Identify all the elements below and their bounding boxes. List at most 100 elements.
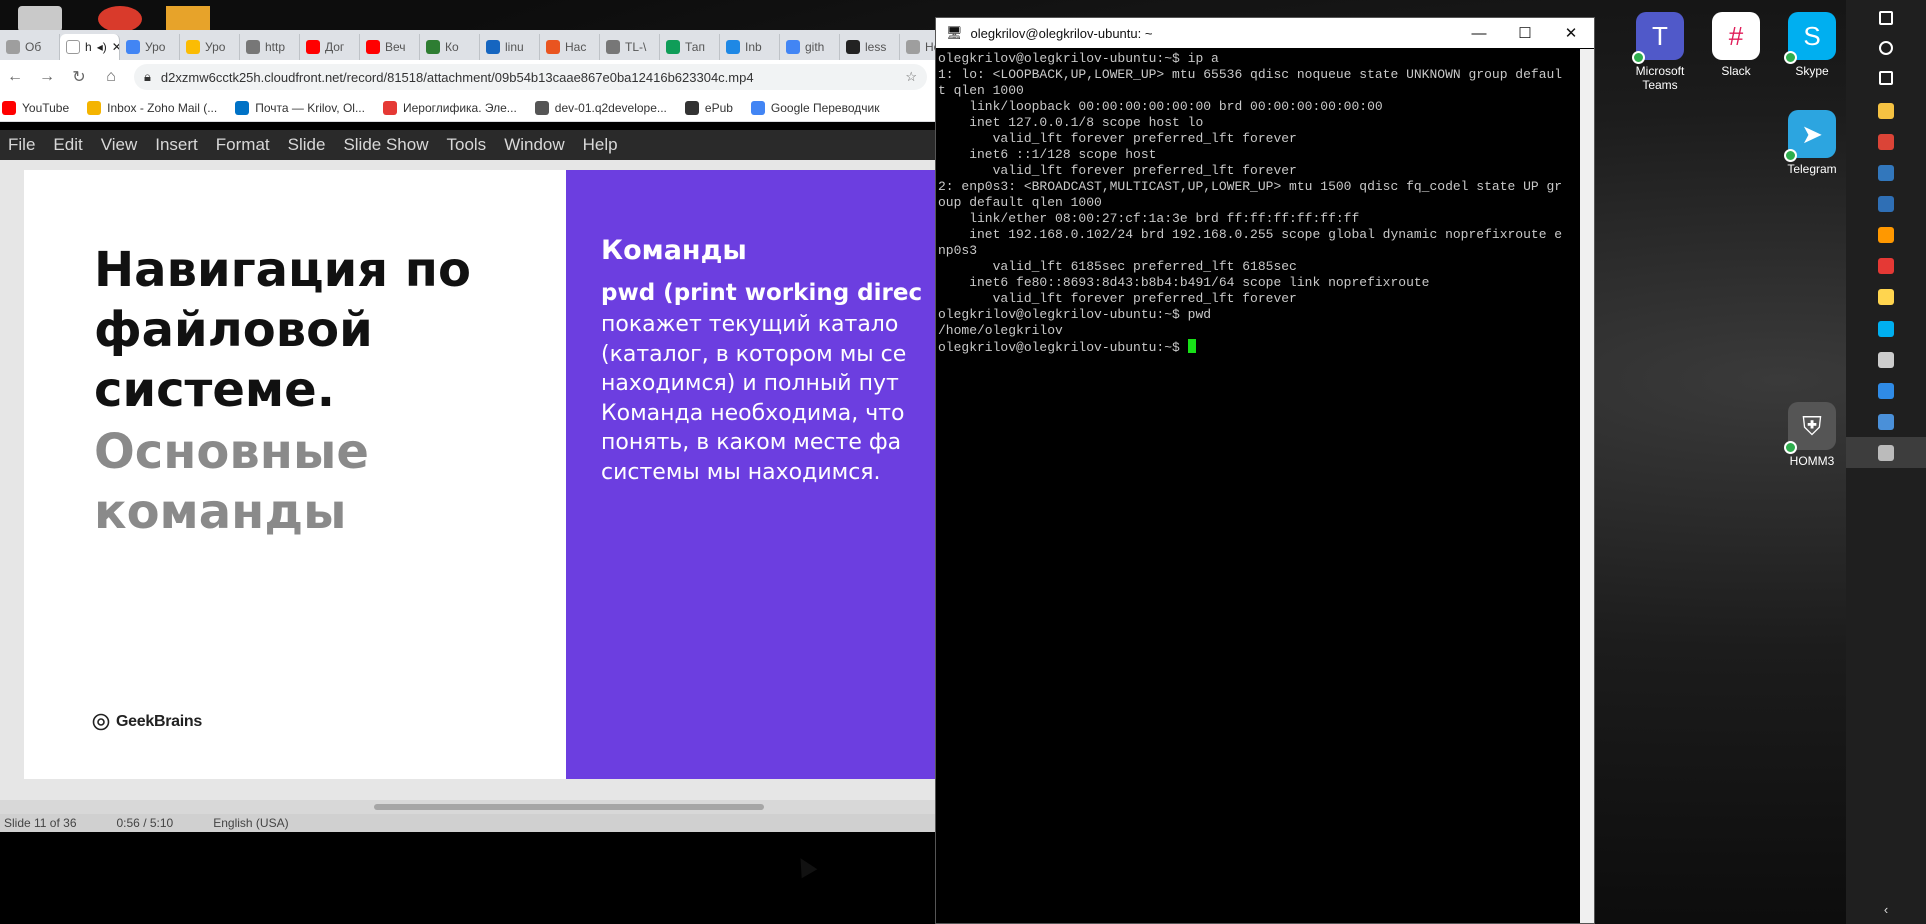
recycle-bin-icon[interactable] (18, 6, 62, 32)
tab-favicon-icon (366, 40, 380, 54)
system-tray: ‹ (1846, 895, 1926, 924)
maximize-icon[interactable]: ☐ (1502, 18, 1548, 48)
menu-item[interactable]: Edit (45, 135, 92, 155)
tab-label: gith (805, 40, 825, 54)
desktop-icon-label: Skype (1795, 64, 1829, 78)
geekbrains-logo-icon (92, 713, 110, 731)
bookmark-favicon-icon (2, 100, 16, 115)
tab-favicon-icon (606, 40, 620, 54)
menu-item[interactable]: File (0, 135, 45, 155)
browser-tab[interactable]: http (240, 34, 300, 60)
browser-tab[interactable]: Inb (720, 34, 780, 60)
chrome-profile-icon[interactable] (1846, 250, 1926, 281)
photos-icon[interactable] (1846, 406, 1926, 437)
tab-favicon-icon (906, 40, 920, 54)
bookmark-item[interactable]: ePub (684, 100, 733, 115)
scrollbar-thumb[interactable] (374, 804, 764, 810)
desktop-app-icon: ➤ (1784, 110, 1836, 162)
browser-tab[interactable]: Уро (180, 34, 240, 60)
bookmark-item[interactable]: YouTube (2, 100, 69, 115)
chrome-desktop-icon[interactable] (98, 6, 142, 32)
bookmark-item[interactable]: dev-01.q2develope... (534, 100, 667, 115)
browser-tab[interactable]: Новая (900, 34, 935, 60)
home-icon[interactable]: ⌂ (102, 68, 120, 86)
menu-item[interactable]: Slide (280, 135, 336, 155)
bookmark-star-icon[interactable]: ☆ (905, 69, 917, 85)
browser-tab[interactable]: Нас (540, 34, 600, 60)
tab-favicon-icon (306, 40, 320, 54)
address-bar[interactable]: 🔒︎ d2xzmw6cctk25h.cloudfront.net/record/… (134, 64, 927, 90)
bookmark-item[interactable]: Inbox - Zoho Mail (... (87, 100, 217, 115)
search-icon[interactable] (1846, 32, 1926, 63)
browser-tab[interactable]: Тап (660, 34, 720, 60)
desktop-icon[interactable]: T Microsoft Teams (1624, 12, 1696, 92)
geekbrains-logo-text: GeekBrains (116, 713, 202, 730)
settings-icon[interactable] (1846, 344, 1926, 375)
desktop-icon[interactable]: ➤ Telegram (1776, 110, 1848, 176)
browser-tab[interactable]: Об (0, 34, 60, 60)
browser-tab[interactable]: less (840, 34, 900, 60)
tab-favicon-icon (66, 40, 80, 54)
task-view-icon[interactable] (1846, 62, 1926, 93)
browser-tab[interactable]: gith (780, 34, 840, 60)
browser-tab[interactable]: linu (480, 34, 540, 60)
skype-icon[interactable] (1846, 313, 1926, 344)
menu-item[interactable]: Insert (147, 135, 208, 155)
show-hidden-icon[interactable]: ‹ (1884, 902, 1888, 917)
sublime-icon[interactable] (1846, 219, 1926, 250)
pwd-description: покажет текущий катало (каталог, в котор… (601, 312, 907, 485)
menu-item[interactable]: Window (496, 135, 574, 155)
menu-item[interactable]: View (93, 135, 148, 155)
terminal-window[interactable]: 🖥︎ olegkrilov@olegkrilov-ubuntu: ~ — ☐ ✕… (935, 17, 1595, 924)
terminal-scrollbar[interactable] (1580, 49, 1594, 923)
chrome-icon[interactable] (1846, 126, 1926, 157)
horizontal-scrollbar[interactable] (0, 800, 935, 814)
app-desktop-icon[interactable] (166, 6, 210, 32)
desktop-icon-label: HOMM3 (1789, 454, 1835, 468)
menu-item[interactable]: Slide Show (335, 135, 438, 155)
desktop-app-icon: ⛨ (1784, 402, 1836, 454)
browser-tab[interactable]: h ◂) ✕ (60, 34, 120, 60)
reload-icon[interactable]: ↻ (70, 67, 88, 87)
terminal-output[interactable]: olegkrilov@olegkrilov-ubuntu:~$ ip a 1: … (936, 49, 1580, 923)
maps-icon-glyph (1878, 382, 1894, 399)
browser-tab[interactable]: Ко (420, 34, 480, 60)
geekbrains-logo: GeekBrains (92, 713, 202, 731)
bookmark-item[interactable]: Почта — Krilov, Ol... (235, 100, 365, 115)
browser-tab[interactable]: TL-\ (600, 34, 660, 60)
putty-icon[interactable] (1846, 437, 1926, 468)
menu-item[interactable]: Format (208, 135, 280, 155)
tab-favicon-icon (6, 40, 20, 54)
browser-tab[interactable]: Дог (300, 34, 360, 60)
browser-tab[interactable]: Уро (120, 34, 180, 60)
desktop-icon[interactable]: S Skype (1776, 12, 1848, 78)
edge-icon[interactable] (1846, 157, 1926, 188)
tab-favicon-icon (426, 40, 440, 54)
menu-item[interactable]: Tools (439, 135, 497, 155)
slide-left-panel: Навигация по файловой системе. Основные … (24, 170, 566, 779)
menu-item[interactable]: Help (575, 135, 628, 155)
tab-label: Уро (205, 40, 226, 54)
bookmark-item[interactable]: Иероглифика. Эле... (382, 100, 517, 115)
sync-badge-icon (1632, 51, 1645, 64)
tab-label: Дог (325, 40, 345, 54)
browser-tab[interactable]: Веч (360, 34, 420, 60)
desktop-app-icon: T (1632, 12, 1684, 64)
windows-start-icon[interactable] (1846, 2, 1926, 33)
minimize-icon[interactable]: — (1456, 18, 1502, 48)
desktop-icon[interactable]: ⛨ HOMM3 (1776, 402, 1848, 468)
forward-icon[interactable]: → (38, 68, 56, 86)
tab-audio-icon[interactable]: ◂) (97, 40, 107, 54)
maps-icon[interactable] (1846, 375, 1926, 406)
file-explorer-icon[interactable] (1846, 95, 1926, 126)
bookmark-item[interactable]: Google Переводчик (750, 100, 879, 115)
tab-favicon-icon (546, 40, 560, 54)
virtualbox-icon[interactable] (1846, 188, 1926, 219)
search-icon-glyph (1879, 40, 1893, 55)
back-icon[interactable]: ← (6, 68, 24, 86)
tab-close-icon[interactable]: ✕ (112, 40, 119, 54)
desktop-icon[interactable]: # Slack (1700, 12, 1772, 78)
tab-favicon-icon (786, 40, 800, 54)
close-icon[interactable]: ✕ (1548, 18, 1594, 48)
notepad-icon[interactable] (1846, 281, 1926, 312)
